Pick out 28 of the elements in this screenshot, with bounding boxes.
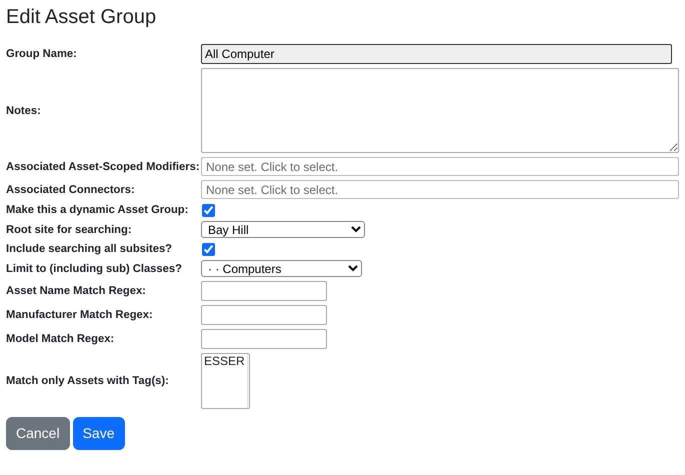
checkbox[interactable] [202,204,215,216]
listbox-option[interactable]: ESSER [204,355,245,367]
field-label: Associated Connectors: [6,182,136,196]
text-field[interactable]: All Computer [201,44,672,64]
field-label: Include searching all subsites? [6,242,173,256]
field-label: Manufacturer Match Regex: [6,308,154,322]
selector-field[interactable]: None set. Click to select. [201,157,679,176]
text-field[interactable] [201,329,327,349]
text-field[interactable] [201,281,327,301]
select-field[interactable]: Bay Hill [201,221,365,238]
cancel-button[interactable]: Cancel [6,417,70,450]
selector-field[interactable]: None set. Click to select. [201,180,679,199]
field-label: Associated Asset-Scoped Modifiers: [6,160,201,174]
field-label: Asset Name Match Regex: [6,284,147,298]
field-label: Group Name: [6,47,78,61]
tag-listbox[interactable]: ESSER [201,353,250,409]
field-label: Match only Assets with Tag(s): [6,374,170,388]
field-label: Notes: [6,104,42,118]
notes-field[interactable] [201,68,679,153]
page-title: Edit Asset Group [6,5,158,30]
field-label: Limit to (including sub) Classes? [6,262,183,276]
field-label: Model Match Regex: [6,332,116,346]
field-label: Make this a dynamic Asset Group: [6,203,190,217]
select-field[interactable]: · · Computers [201,260,362,277]
field-label: Root site for searching: [6,222,133,236]
save-button[interactable]: Save [72,417,125,450]
checkbox[interactable] [202,242,215,256]
text-field[interactable] [201,305,327,325]
